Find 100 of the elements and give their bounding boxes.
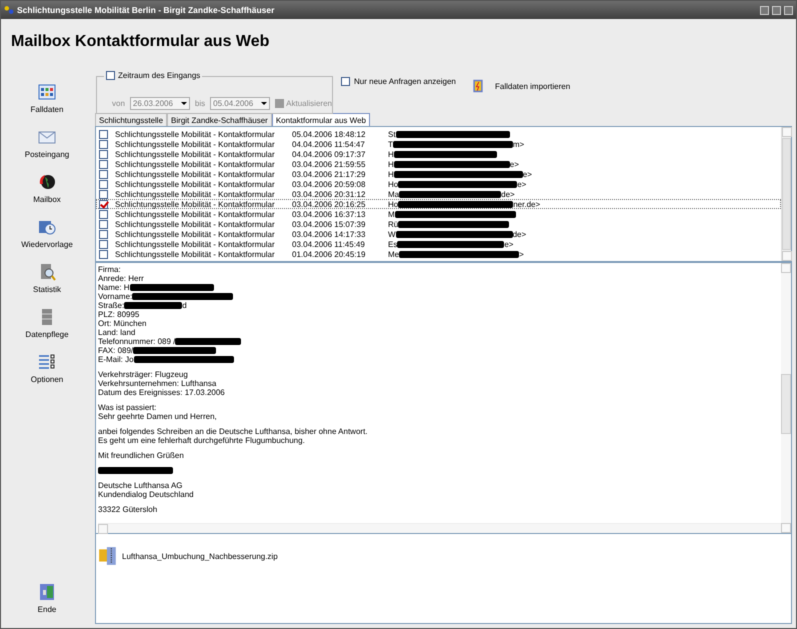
message-row[interactable]: Schlichtungsstelle Mobilität - Kontaktformular 03.04.2006 20:31:12 Ma de> xyxy=(96,189,781,199)
subject-cell-text: Schlichtungsstelle Mobilität - Kontaktformular xyxy=(114,190,276,198)
subject-cell-text: Schlichtungsstelle Mobilität - Kontaktformular xyxy=(114,220,276,228)
body-text: Firma: xyxy=(98,265,121,274)
subject-cell-text: Schlichtungsstelle Mobilität - Kontaktformular xyxy=(114,140,276,148)
sender-text: de> xyxy=(501,190,515,198)
import-button[interactable]: Falldaten importieren xyxy=(471,79,570,93)
message-row[interactable]: Schlichtungsstelle Mobilität - Kontaktformular 03.04.2006 16:37:13 M xyxy=(96,209,781,219)
message-row[interactable]: Schlichtungsstelle Mobilität - Kontaktformular 03.04.2006 20:16:25 Ho ner.de> xyxy=(96,199,781,209)
body-text: Es geht um eine fehlerhaft durchgeführte Flugumbuchung. xyxy=(98,436,305,445)
body-text: d xyxy=(182,301,187,310)
date-cell-text: 03.04.2006 14:17:33 xyxy=(292,230,366,238)
subject-cell-text: Schlichtungsstelle Mobilität - Kontaktformular xyxy=(114,240,276,248)
sender-text: e> xyxy=(510,160,519,168)
message-row[interactable]: Schlichtungsstelle Mobilität - Kontaktformular 04.04.2006 11:54:47 T m> xyxy=(96,139,781,149)
sender-text: St xyxy=(388,130,396,138)
page-heading: Mailbox Kontaktformular aus Web xyxy=(10,32,270,52)
from-label: von xyxy=(112,98,125,108)
sender-text: Es xyxy=(388,240,398,248)
sender-text: H xyxy=(388,170,394,178)
sender-text: Rü xyxy=(388,220,398,228)
body-text: Kundendialog Deutschland xyxy=(98,490,194,499)
sender-text: > xyxy=(519,250,524,258)
body-text: Verkehrsunternehmen: Lufthansa xyxy=(98,379,216,388)
body-text: Anrede: Herr xyxy=(98,274,144,283)
message-row[interactable]: Schlichtungsstelle Mobilität - Kontaktformular 04.04.2006 09:17:37 H xyxy=(96,149,781,159)
date-cell-text: 05.04.2006 18:48:12 xyxy=(292,130,366,138)
date-cell-text: 03.04.2006 21:59:55 xyxy=(292,160,366,168)
date-cell-text: 03.04.2006 20:31:12 xyxy=(292,190,366,198)
tab[interactable]: Kontaktformular aus Web xyxy=(272,113,370,126)
attachment[interactable]: Lufthansa_Umbuchung_Nachbesserung.zip xyxy=(98,546,278,566)
message-row[interactable]: Schlichtungsstelle Mobilität - Kontaktformular 05.04.2006 18:48:12 St xyxy=(96,129,781,139)
sender-text: m> xyxy=(512,140,524,148)
subject-cell-text: Schlichtungsstelle Mobilität - Kontaktformular xyxy=(114,160,276,168)
subject-cell-text: Schlichtungsstelle Mobilität - Kontaktformular xyxy=(114,150,276,158)
message-row[interactable]: Schlichtungsstelle Mobilität - Kontaktformular 03.04.2006 11:45:49 Es e> xyxy=(96,239,781,249)
subject-cell-text: Schlichtungsstelle Mobilität - Kontaktformular xyxy=(114,250,276,258)
sidebar-item[interactable]: Wiedervorlage xyxy=(7,218,87,263)
body-text: Land: land xyxy=(98,328,136,337)
sidebar-item[interactable]: Optionen xyxy=(7,353,87,398)
date-cell-text: 03.04.2006 20:16:25 xyxy=(292,200,366,208)
sender-text: e> xyxy=(517,180,526,188)
sender-text: e> xyxy=(504,240,514,248)
date-field[interactable]: 05.04.2006 xyxy=(210,96,270,110)
date-cell-text: 03.04.2006 16:37:13 xyxy=(292,210,366,218)
message-row[interactable]: Schlichtungsstelle Mobilität - Kontaktformular 03.04.2006 14:17:33 W de> xyxy=(96,229,781,239)
body-text: anbei folgendes Schreiben an die Deutsche Lufthansa, bisher ohne Antwort. xyxy=(98,427,368,436)
date-field[interactable]: 26.03.2006 xyxy=(130,96,190,110)
exit-button[interactable]: Ende xyxy=(7,583,87,628)
subject-cell-text: Schlichtungsstelle Mobilität - Kontaktformular xyxy=(114,130,276,138)
message-row[interactable]: Schlichtungsstelle Mobilität - Kontaktformular 01.04.2006 20:45:19 Me > xyxy=(96,249,781,259)
body-text: Mit freundlichen Grüßen xyxy=(98,451,184,460)
date-cell-text: 03.04.2006 20:59:08 xyxy=(292,180,366,188)
body-text: Telefonnummer: 089 / xyxy=(98,337,176,346)
sender-text: Ma xyxy=(388,190,400,198)
subject-cell-text: Schlichtungsstelle Mobilität - Kontaktformular xyxy=(114,180,276,188)
subject-cell-text: Schlichtungsstelle Mobilität - Kontaktformular xyxy=(114,200,276,208)
window-title: Schlichtungsstelle Mobilität Berlin - Birgit Zandke-Schaffhäuser xyxy=(17,5,276,15)
subject-cell-text: Schlichtungsstelle Mobilität - Kontaktformular xyxy=(114,230,276,238)
sender-text: W xyxy=(388,230,396,238)
sender-text: T xyxy=(388,140,393,148)
date-cell-text: 04.04.2006 11:54:47 xyxy=(292,140,366,148)
body-text: Ort: München xyxy=(98,319,146,328)
sidebar-item[interactable]: Mailbox xyxy=(7,173,87,218)
body-text: FAX: 089/ xyxy=(98,346,134,355)
body-text: Was ist passiert: xyxy=(98,403,156,412)
date-cell-text: 03.04.2006 11:45:49 xyxy=(292,240,366,248)
message-row[interactable]: Schlichtungsstelle Mobilität - Kontaktformular 03.04.2006 20:59:08 Ho e> xyxy=(96,179,781,189)
message-row[interactable]: Schlichtungsstelle Mobilität - Kontaktformular 03.04.2006 15:07:39 Rü xyxy=(96,219,781,229)
sender-text: e> xyxy=(522,170,532,178)
sender-text: M xyxy=(388,210,395,218)
new-only-checkbox[interactable]: Nur neue Anfragen anzeigen xyxy=(341,77,466,86)
sidebar-item[interactable]: Falldaten xyxy=(7,83,87,128)
to-label: bis xyxy=(194,98,206,108)
sidebar-item[interactable]: Statistik xyxy=(7,263,87,308)
sidebar-item[interactable]: Datenpflege xyxy=(7,308,87,353)
body-text: Deutsche Lufthansa AG xyxy=(98,481,182,490)
date-cell-text: 03.04.2006 15:07:39 xyxy=(292,220,366,228)
body-text: 33322 Gütersloh xyxy=(98,505,158,514)
sender-text: de> xyxy=(512,230,526,238)
date-cell-text: 01.04.2006 20:45:19 xyxy=(292,250,366,258)
sender-text: Ho xyxy=(388,200,398,208)
message-row[interactable]: Schlichtungsstelle Mobilität - Kontaktformular 03.04.2006 21:59:55 H e> xyxy=(96,159,781,169)
sender-text: H xyxy=(388,160,394,168)
body-text: Vorname: xyxy=(98,292,132,301)
sender-text: Me xyxy=(388,250,400,258)
tab[interactable]: Schlichtungsstelle xyxy=(95,113,168,126)
sidebar-item[interactable]: Posteingang xyxy=(7,128,87,173)
date-cell-text: 03.04.2006 21:17:29 xyxy=(292,170,366,178)
body-text: PLZ: 80995 xyxy=(98,310,140,319)
body-text: Verkehrsträger: Flugzeug xyxy=(98,370,188,379)
body-text: Straße: xyxy=(98,301,124,310)
body-text: Datum des Ereignisses: 17.03.2006 xyxy=(98,388,225,397)
sender-text: ner.de> xyxy=(513,200,540,208)
body-text: E-Mail: Jo xyxy=(98,355,134,364)
tab[interactable]: Birgit Zandke-Schaffhäuser xyxy=(167,113,272,126)
date-range-checkbox[interactable]: Zeitraum des Eingangs xyxy=(104,71,202,80)
date-cell-text: 04.04.2006 09:17:37 xyxy=(292,150,366,158)
subject-cell-text: Schlichtungsstelle Mobilität - Kontaktformular xyxy=(114,170,276,178)
message-row[interactable]: Schlichtungsstelle Mobilität - Kontaktformular 03.04.2006 21:17:29 H e> xyxy=(96,169,781,179)
